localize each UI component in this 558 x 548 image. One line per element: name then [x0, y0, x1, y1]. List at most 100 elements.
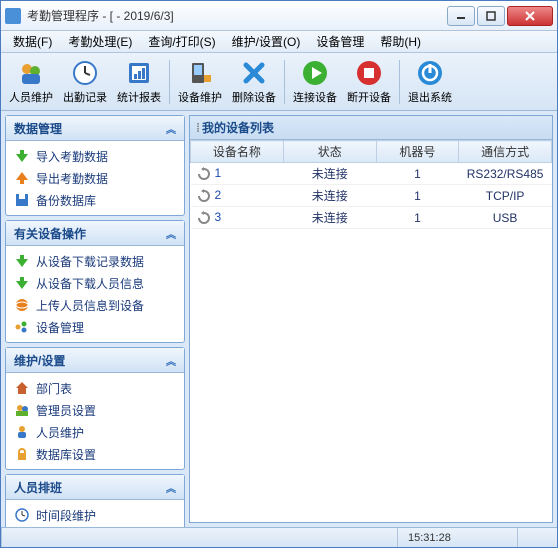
nav-item-label: 从设备下载记录数据 [36, 253, 144, 270]
toolbar-label: 出勤记录 [63, 89, 107, 105]
nav-item[interactable]: 导入考勤数据 [6, 145, 184, 167]
disconnect-icon [355, 59, 383, 87]
nav-item[interactable]: 设备管理 [6, 316, 184, 338]
nav-item[interactable]: 导出考勤数据 [6, 167, 184, 189]
grip-icon: ⁞ [196, 121, 198, 135]
table-row[interactable]: 2未连接1TCP/IP [191, 185, 552, 207]
column-header[interactable]: 机器号 [376, 141, 459, 163]
column-header[interactable]: 设备名称 [191, 141, 284, 163]
panel-body: 部门表管理员设置人员维护数据库设置 [6, 373, 184, 469]
nav-item-label: 管理员设置 [36, 402, 96, 419]
nav-item[interactable]: 数据库设置 [6, 443, 184, 465]
cell-name: 3 [191, 207, 284, 229]
titlebar: 考勤管理程序 - [ - 2019/6/3] [1, 1, 557, 31]
panel-header[interactable]: 维护/设置︽ [6, 348, 184, 373]
main-area: 数据管理︽导入考勤数据导出考勤数据备份数据库有关设备操作︽从设备下载记录数据从设… [1, 111, 557, 527]
status-left [1, 528, 397, 547]
sidebar-panel: 人员排班 ︽ 时间段维护 [5, 474, 185, 527]
nav-item-label: 从设备下载人员信息 [36, 275, 144, 292]
panel-header[interactable]: 有关设备操作︽ [6, 221, 184, 246]
panel-body: 从设备下载记录数据从设备下载人员信息上传人员信息到设备设备管理 [6, 246, 184, 342]
toolbar-separator [169, 60, 170, 104]
column-header[interactable]: 状态 [283, 141, 376, 163]
panel-title: 人员排班 [14, 479, 62, 496]
menu-data[interactable]: 数据(F) [5, 31, 60, 52]
refresh-icon [197, 189, 211, 203]
panel-body: 时间段维护 [6, 500, 184, 527]
maximize-button[interactable] [477, 6, 505, 26]
sidebar: 数据管理︽导入考勤数据导出考勤数据备份数据库有关设备操作︽从设备下载记录数据从设… [1, 111, 189, 527]
toolbar-power-button[interactable]: 退出系统 [404, 56, 456, 108]
admin-icon [14, 402, 30, 418]
toolbar-disconnect-button[interactable]: 断开设备 [343, 56, 395, 108]
nav-item[interactable]: 管理员设置 [6, 399, 184, 421]
table-row[interactable]: 1未连接1RS232/RS485 [191, 163, 552, 185]
menubar: 数据(F) 考勤处理(E) 查询/打印(S) 维护/设置(O) 设备管理 帮助(… [1, 31, 557, 53]
status-right [517, 528, 557, 547]
refresh-icon [197, 211, 211, 225]
toolbar-people-button[interactable]: 人员维护 [5, 56, 57, 108]
nav-item-label: 数据库设置 [36, 446, 96, 463]
sidebar-panel: 维护/设置︽部门表管理员设置人员维护数据库设置 [5, 347, 185, 470]
nav-item[interactable]: 部门表 [6, 377, 184, 399]
toolbar-label: 退出系统 [408, 89, 452, 105]
nav-item-label: 备份数据库 [36, 192, 96, 209]
close-button[interactable] [507, 6, 553, 26]
content-title: 我的设备列表 [202, 119, 274, 136]
menu-maintain[interactable]: 维护/设置(O) [224, 31, 309, 52]
sidebar-panel: 有关设备操作︽从设备下载记录数据从设备下载人员信息上传人员信息到设备设备管理 [5, 220, 185, 343]
toolbar-label: 人员维护 [9, 89, 53, 105]
toolbar-clock-button[interactable]: 出勤记录 [59, 56, 111, 108]
clock-icon [71, 59, 99, 87]
window-controls [447, 6, 553, 26]
toolbar-connect-button[interactable]: 连接设备 [289, 56, 341, 108]
arrow-down-green-icon [14, 148, 30, 164]
chevron-up-icon: ︽ [166, 121, 176, 136]
menu-attendance[interactable]: 考勤处理(E) [60, 31, 140, 52]
arrow-down-green-icon [14, 253, 30, 269]
nav-item-label: 设备管理 [36, 319, 84, 336]
nav-item[interactable]: 人员维护 [6, 421, 184, 443]
power-icon [416, 59, 444, 87]
nav-item[interactable]: 时间段维护 [6, 504, 184, 526]
toolbar-delete-button[interactable]: 删除设备 [228, 56, 280, 108]
chevron-up-icon: ︽ [166, 226, 176, 241]
nav-item-label: 人员维护 [36, 424, 84, 441]
person-icon [14, 424, 30, 440]
app-window: 考勤管理程序 - [ - 2019/6/3] 数据(F) 考勤处理(E) 查询/… [0, 0, 558, 548]
nav-item[interactable]: 备份数据库 [6, 189, 184, 211]
panel-title: 数据管理 [14, 120, 62, 137]
toolbar: 人员维护出勤记录统计报表设备维护删除设备连接设备断开设备 退出系统 [1, 53, 557, 111]
menu-device[interactable]: 设备管理 [308, 31, 372, 52]
cell-name: 2 [191, 185, 284, 207]
panel-header[interactable]: 数据管理 ︽ [6, 116, 184, 141]
cell-name-text: 3 [215, 210, 222, 224]
nav-item[interactable]: 从设备下载记录数据 [6, 250, 184, 272]
sidebar-panel: 数据管理 ︽ 导入考勤数据导出考勤数据备份数据库 [5, 115, 185, 216]
minimize-button[interactable] [447, 6, 475, 26]
device-table-wrap[interactable]: 设备名称状态机器号通信方式 1未连接1RS232/RS4852未连接1TCP/I… [190, 140, 552, 522]
cell-status: 未连接 [283, 207, 376, 229]
menu-help[interactable]: 帮助(H) [372, 31, 429, 52]
toolbar-label: 删除设备 [232, 89, 276, 105]
column-header[interactable]: 通信方式 [459, 141, 552, 163]
device-table: 设备名称状态机器号通信方式 1未连接1RS232/RS4852未连接1TCP/I… [190, 140, 552, 229]
table-row[interactable]: 3未连接1USB [191, 207, 552, 229]
toolbar-device-button[interactable]: 设备维护 [174, 56, 226, 108]
nav-item[interactable]: 上传人员信息到设备 [6, 294, 184, 316]
menu-query[interactable]: 查询/打印(S) [140, 31, 223, 52]
lock-icon [14, 446, 30, 462]
toolbar-label: 设备维护 [178, 89, 222, 105]
toolbar-report-button[interactable]: 统计报表 [113, 56, 165, 108]
cell-comm: TCP/IP [459, 185, 552, 207]
cell-machine: 1 [376, 207, 459, 229]
statusbar: 15:31:28 [1, 527, 557, 547]
nav-item[interactable]: 从设备下载人员信息 [6, 272, 184, 294]
toolbar-label: 断开设备 [347, 89, 391, 105]
chevron-up-icon: ︽ [166, 353, 176, 368]
panel-header[interactable]: 人员排班 ︽ [6, 475, 184, 500]
chevron-up-icon: ︽ [166, 480, 176, 495]
cell-machine: 1 [376, 185, 459, 207]
nav-item-label: 上传人员信息到设备 [36, 297, 144, 314]
cell-name: 1 [191, 163, 284, 185]
